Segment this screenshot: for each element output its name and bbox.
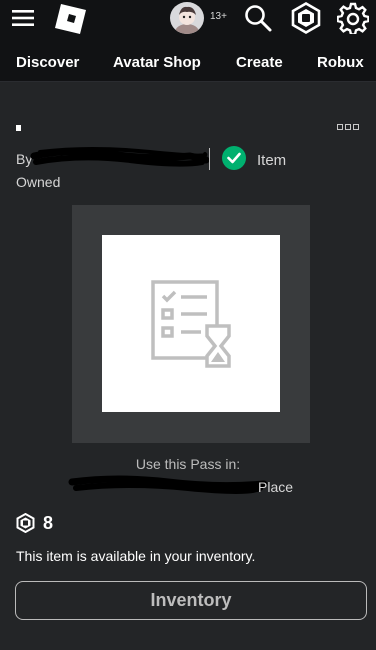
more-dot-icon [353,124,359,130]
inventory-button[interactable]: Inventory [15,581,367,620]
nav-create[interactable]: Create [236,54,283,71]
item-details-panel: By Item Owned Use this Pass in: Place 8 … [0,82,376,650]
more-dot-icon [337,124,343,130]
item-type-label: Item [257,152,287,169]
owned-label: Owned [16,174,61,190]
main-nav: Discover Avatar Shop Create Robux [0,44,376,82]
hamburger-menu-icon[interactable] [12,8,36,28]
roblox-logo[interactable] [52,2,88,36]
owned-check-icon [222,146,246,170]
nav-robux[interactable]: Robux [317,54,364,71]
item-thumbnail [102,235,280,412]
avatar[interactable] [170,2,204,34]
game-pass-placeholder-icon [151,279,231,368]
use-pass-label: Use this Pass in: [135,456,241,472]
thumbnail-frame [72,205,310,443]
search-icon[interactable] [243,3,273,33]
nav-discover[interactable]: Discover [16,54,79,71]
item-title [16,125,21,131]
robux-icon[interactable] [290,2,322,34]
price-value: 8 [43,512,54,533]
redacted-place-name [68,475,268,494]
price-row: 8 [16,512,53,534]
availability-text: This item is available in your inventory… [16,548,256,564]
more-options-button[interactable] [337,124,359,130]
byline-divider [209,148,210,170]
gear-icon[interactable] [337,2,369,34]
redacted-creator-name [30,147,210,167]
top-bar: 13+ [0,0,376,36]
robux-icon [16,513,35,533]
nav-avatar-shop[interactable]: Avatar Shop [113,54,201,71]
place-link[interactable]: Place [258,479,293,495]
age-badge: 13+ [210,11,227,22]
more-dot-icon [345,124,351,130]
